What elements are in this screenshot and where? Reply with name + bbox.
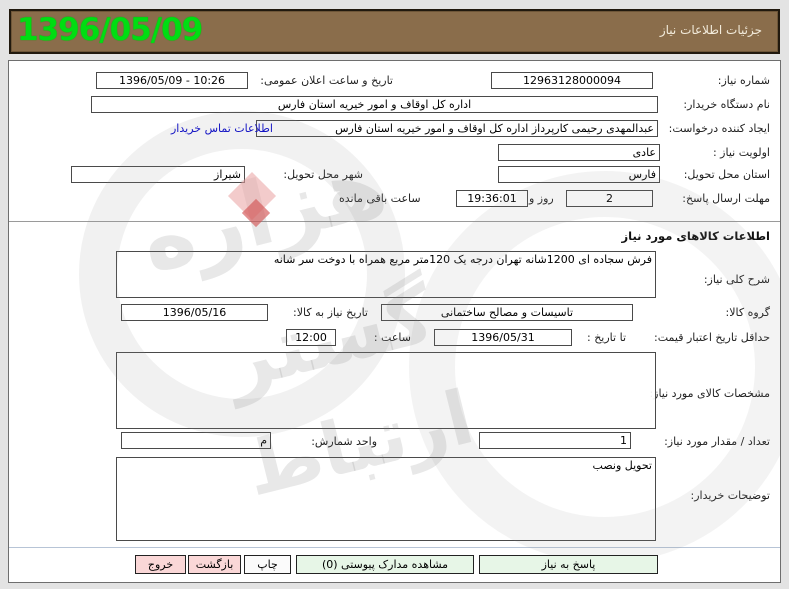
goods-section-title: اطلاعات کالاهای مورد نیاز — [621, 229, 770, 243]
request-creator-field[interactable]: عبدالمهدی رحیمی کارپرداز اداره کل اوقاف … — [256, 120, 658, 137]
print-button[interactable]: چاپ — [244, 555, 291, 574]
city-field[interactable]: شیراز — [71, 166, 245, 183]
province-label: استان محل تحویل: — [683, 168, 770, 181]
buyer-contact-link[interactable]: اطلاعات تماس خریدار — [171, 122, 273, 135]
goods-group-field[interactable]: تاسیسات و مصالح ساختمانی — [381, 304, 633, 321]
need-number-label: شماره نیاز: — [717, 74, 770, 87]
titlebar: 1396/05/09 جزئیات اطلاعات نیاز — [9, 9, 780, 54]
titlebar-date: 1396/05/09 — [17, 12, 203, 48]
form-panel: شماره نیاز: 12963128000094 تاریخ و ساعت … — [8, 60, 781, 583]
priority-label: اولویت نیاز : — [712, 146, 770, 159]
back-button[interactable]: بازگشت — [188, 555, 241, 574]
exit-button[interactable]: خروج — [135, 555, 186, 574]
deadline-days-suffix: روز و — [529, 192, 554, 205]
deadline-label: مهلت ارسال پاسخ: — [682, 192, 770, 205]
price-validity-sublabel: تا تاریخ : — [587, 331, 626, 344]
unit-field[interactable]: م — [121, 432, 271, 449]
buyer-org-field[interactable]: اداره کل اوقاف و امور خیریه استان فارس — [91, 96, 658, 113]
need-number-field[interactable]: 12963128000094 — [491, 72, 653, 89]
request-creator-label: ایجاد کننده درخواست: — [668, 122, 770, 135]
view-documents-button[interactable]: مشاهده مدارک پیوستی (0) — [296, 555, 474, 574]
need-date-label: تاریخ نیاز به کالا: — [293, 306, 368, 319]
announce-datetime-label: تاریخ و ساعت اعلان عمومی: — [260, 74, 393, 87]
deadline-time-suffix: ساعت باقی مانده — [339, 192, 421, 205]
city-label: شهر محل تحویل: — [283, 168, 363, 181]
price-validity-hour-label: ساعت : — [373, 331, 411, 344]
general-desc-label: شرح کلی نیاز: — [703, 273, 770, 286]
respond-button[interactable]: پاسخ به نیاز — [479, 555, 658, 574]
province-field[interactable]: فارس — [498, 166, 660, 183]
deadline-days-field[interactable]: 2 — [566, 190, 653, 207]
page-title: جزئیات اطلاعات نیاز — [659, 23, 762, 37]
screen: 1396/05/09 جزئیات اطلاعات نیاز شماره نیا… — [0, 0, 789, 589]
quantity-label: تعداد / مقدار مورد نیاز: — [664, 435, 770, 448]
specs-textarea[interactable] — [116, 352, 656, 429]
general-desc-textarea[interactable]: فرش سجاده ای 1200شانه تهران درجه یک 120م… — [116, 251, 656, 298]
section-divider — [9, 221, 780, 223]
buyer-org-label: نام دستگاه خریدار: — [683, 98, 770, 111]
specs-label: مشخصات کالای مورد نیاز: — [649, 387, 770, 400]
buyer-notes-textarea[interactable]: تحویل ونصب — [116, 457, 656, 541]
unit-label: واحد شمارش: — [311, 435, 377, 448]
price-validity-date-field[interactable]: 1396/05/31 — [434, 329, 572, 346]
quantity-field[interactable]: 1 — [479, 432, 631, 449]
announce-datetime-field[interactable]: 1396/05/09 - 10:26 — [96, 72, 248, 89]
price-validity-hour-field[interactable]: 12:00 — [286, 329, 336, 346]
goods-group-label: گروه کالا: — [725, 306, 770, 319]
need-date-field[interactable]: 1396/05/16 — [121, 304, 268, 321]
buyer-notes-label: توضیحات خریدار: — [690, 489, 771, 502]
price-validity-label: حداقل تاریخ اعتبار قیمت: — [654, 331, 770, 344]
deadline-time-field[interactable]: 19:36:01 — [456, 190, 528, 207]
footer-divider — [9, 547, 780, 548]
priority-field[interactable]: عادی — [498, 144, 660, 161]
